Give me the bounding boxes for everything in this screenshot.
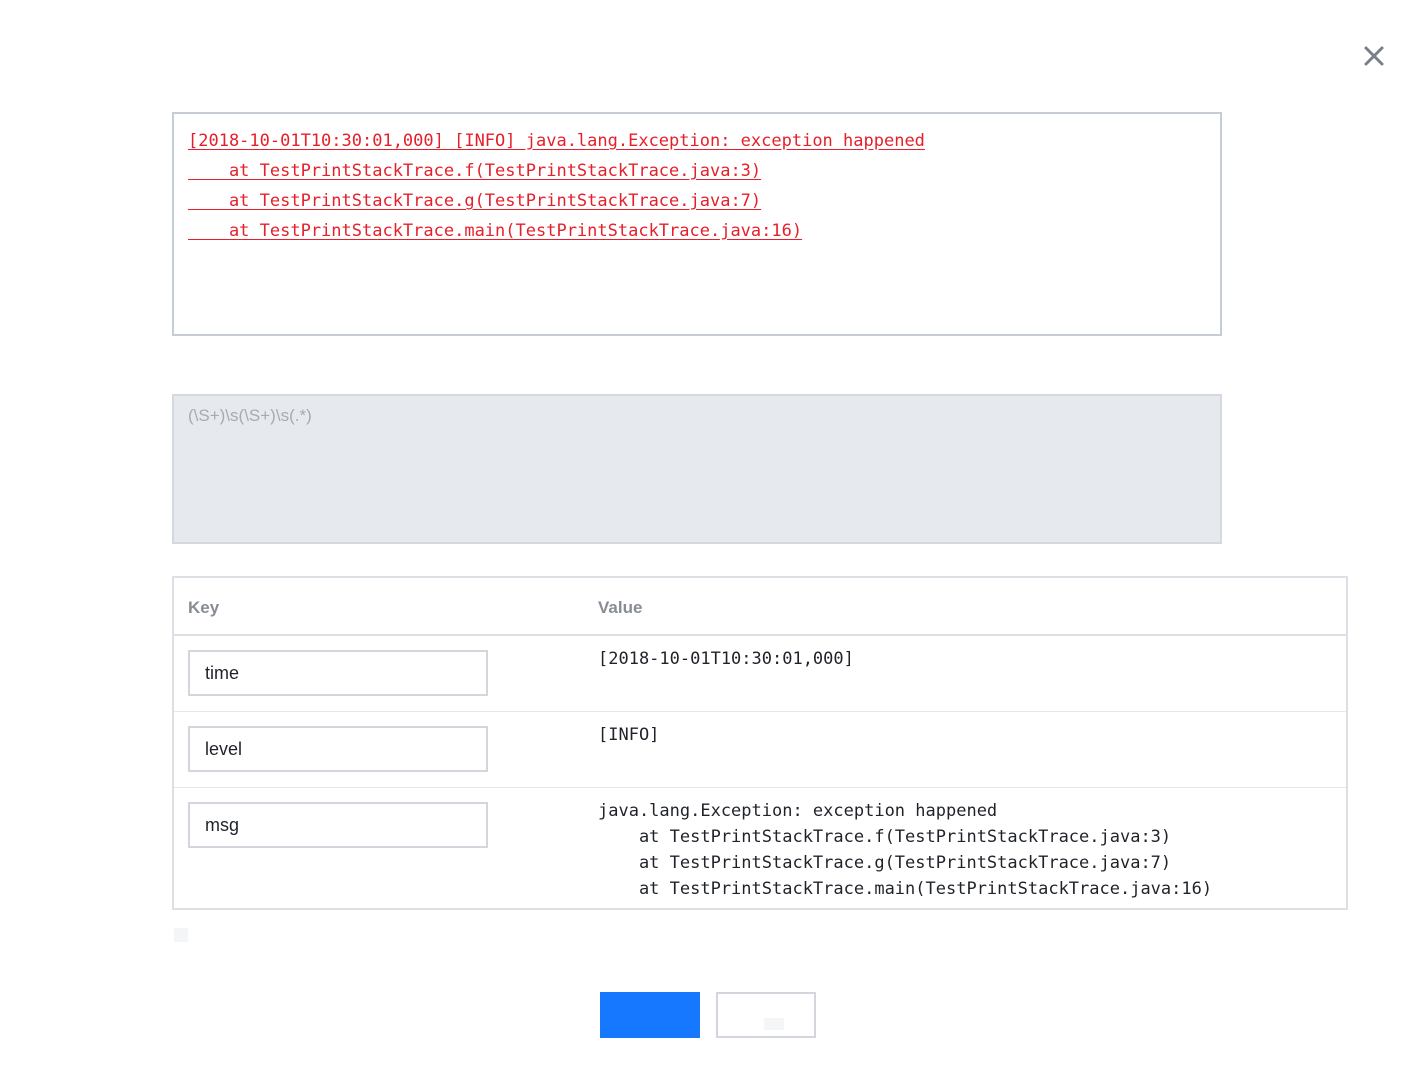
log-line: at TestPrintStackTrace.g(TestPrintStackT… [188, 191, 762, 211]
key-name-input[interactable] [188, 650, 488, 696]
extraction-dialog: [2018-10-01T10:30:01,000] [INFO] java.la… [0, 0, 1414, 1074]
cancel-button[interactable] [716, 992, 816, 1038]
extracted-value: java.lang.Exception: exception happened … [598, 801, 1213, 899]
log-sample-textarea[interactable]: [2018-10-01T10:30:01,000] [INFO] java.la… [172, 112, 1222, 336]
value-column-header: Value [598, 598, 643, 617]
close-icon [1364, 46, 1384, 66]
extracted-value: [INFO] [598, 725, 660, 745]
log-line: at TestPrintStackTrace.f(TestPrintStackT… [188, 161, 762, 181]
log-line: at TestPrintStackTrace.main(TestPrintSta… [188, 221, 803, 241]
key-name-input[interactable] [188, 802, 488, 848]
key-name-input[interactable] [188, 726, 488, 772]
regex-textarea[interactable]: (\S+)\s(\S+)\s(.*) [172, 394, 1222, 544]
table-row: [2018-10-01T10:30:01,000] [174, 636, 1346, 712]
table-row: java.lang.Exception: exception happened … [174, 788, 1346, 908]
faint-mark [764, 1018, 784, 1030]
key-value-table: Key Value [2018-10-01T10:30:01,000] [INF… [172, 576, 1348, 910]
faint-mark [174, 928, 188, 942]
log-line: [2018-10-01T10:30:01,000] [INFO] java.la… [188, 131, 925, 151]
confirm-button[interactable] [600, 992, 700, 1038]
table-row: [INFO] [174, 712, 1346, 788]
extracted-value: [2018-10-01T10:30:01,000] [598, 649, 854, 669]
key-column-header: Key [188, 598, 220, 617]
regex-value: (\S+)\s(\S+)\s(.*) [188, 406, 312, 425]
close-button[interactable] [1358, 40, 1390, 72]
table-header: Key Value [174, 578, 1346, 636]
